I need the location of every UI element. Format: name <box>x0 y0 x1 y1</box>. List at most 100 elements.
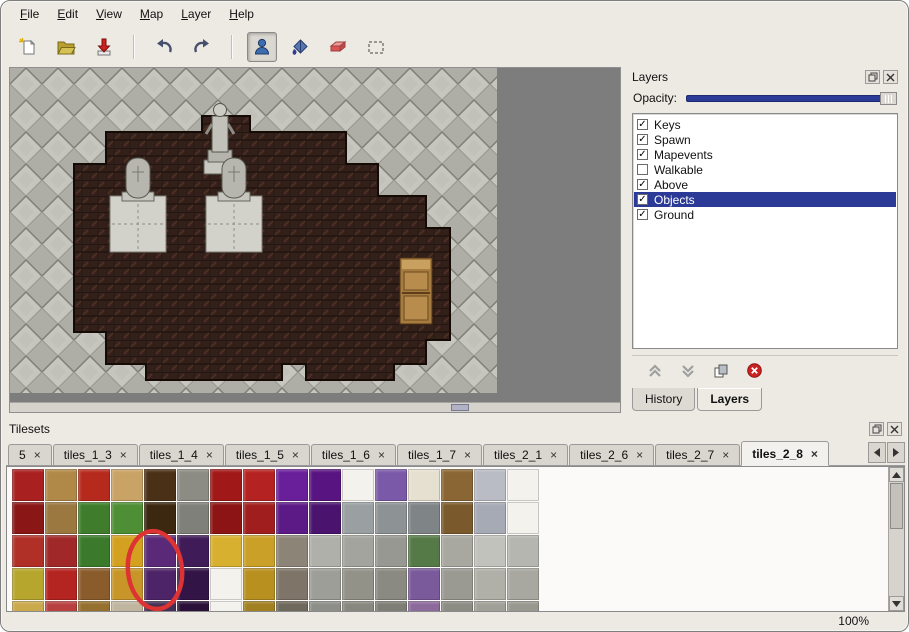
tile[interactable] <box>375 601 407 611</box>
select-tool-button[interactable] <box>361 32 391 62</box>
layer-visibility-checkbox[interactable] <box>637 149 648 160</box>
tile[interactable] <box>474 568 506 600</box>
tab-layers[interactable]: Layers <box>697 388 762 411</box>
tile[interactable] <box>342 601 374 611</box>
layer-row[interactable]: Keys <box>634 117 896 132</box>
tileset-tab[interactable]: tiles_2_1× <box>483 444 568 465</box>
tile[interactable] <box>276 469 308 501</box>
eraser-tool-button[interactable] <box>323 32 353 62</box>
tile[interactable] <box>309 601 341 611</box>
tile[interactable] <box>309 568 341 600</box>
tile[interactable] <box>45 568 77 600</box>
map-horizontal-scrollbar[interactable] <box>10 402 620 412</box>
save-button[interactable] <box>89 32 119 62</box>
tile[interactable] <box>45 469 77 501</box>
tile[interactable] <box>144 535 176 567</box>
tile[interactable] <box>276 535 308 567</box>
tile[interactable] <box>309 502 341 534</box>
tile[interactable] <box>144 502 176 534</box>
layer-row[interactable]: Mapevents <box>634 147 896 162</box>
tile[interactable] <box>45 601 77 611</box>
map-canvas[interactable] <box>10 68 620 402</box>
tile[interactable] <box>342 568 374 600</box>
opacity-slider[interactable] <box>686 91 897 105</box>
tile[interactable] <box>243 502 275 534</box>
tile[interactable] <box>375 469 407 501</box>
tile[interactable] <box>441 469 473 501</box>
float-panel-button[interactable] <box>865 70 880 84</box>
duplicate-layer-button[interactable] <box>712 362 730 380</box>
tileset-image[interactable] <box>12 469 541 611</box>
delete-layer-button[interactable] <box>745 362 763 380</box>
tile[interactable] <box>375 502 407 534</box>
tile[interactable] <box>45 535 77 567</box>
tile[interactable] <box>375 535 407 567</box>
tile[interactable] <box>474 601 506 611</box>
tile[interactable] <box>111 568 143 600</box>
tile[interactable] <box>177 568 209 600</box>
tile[interactable] <box>243 535 275 567</box>
layer-row[interactable]: Spawn <box>634 132 896 147</box>
tile[interactable] <box>12 502 44 534</box>
tile[interactable] <box>342 502 374 534</box>
tile[interactable] <box>342 535 374 567</box>
tile[interactable] <box>507 502 539 534</box>
tab-close-icon[interactable]: × <box>206 450 213 460</box>
map-image[interactable] <box>10 68 497 393</box>
tile[interactable] <box>12 568 44 600</box>
scroll-tabs-left-button[interactable] <box>868 442 886 463</box>
tile[interactable] <box>309 535 341 567</box>
tile[interactable] <box>408 502 440 534</box>
tile[interactable] <box>12 469 44 501</box>
tile[interactable] <box>441 568 473 600</box>
layer-visibility-checkbox[interactable] <box>637 119 648 130</box>
menu-layer[interactable]: Layer <box>172 3 220 25</box>
tile[interactable] <box>309 469 341 501</box>
tab-history[interactable]: History <box>632 388 695 411</box>
tile[interactable] <box>177 535 209 567</box>
tab-close-icon[interactable]: × <box>292 450 299 460</box>
tile[interactable] <box>342 469 374 501</box>
menu-help[interactable]: Help <box>220 3 263 25</box>
tile[interactable] <box>78 469 110 501</box>
tab-close-icon[interactable]: × <box>464 450 471 460</box>
tileset-tab[interactable]: tiles_1_7× <box>397 444 482 465</box>
tileset-tab[interactable]: tiles_1_5× <box>225 444 310 465</box>
tile[interactable] <box>408 469 440 501</box>
tile[interactable] <box>45 502 77 534</box>
new-button[interactable] <box>13 32 43 62</box>
tile[interactable] <box>12 601 44 611</box>
menu-edit[interactable]: Edit <box>48 3 87 25</box>
float-panel-button[interactable] <box>869 422 884 436</box>
tileset-tab[interactable]: tiles_1_3× <box>53 444 138 465</box>
menu-map[interactable]: Map <box>131 3 172 25</box>
tile[interactable] <box>474 535 506 567</box>
scroll-up-button[interactable] <box>889 467 904 482</box>
tileset-tab[interactable]: 5× <box>8 444 52 465</box>
tile[interactable] <box>441 601 473 611</box>
tile[interactable] <box>78 502 110 534</box>
tile[interactable] <box>144 469 176 501</box>
tile[interactable] <box>177 601 209 611</box>
tab-close-icon[interactable]: × <box>722 450 729 460</box>
layer-row[interactable]: Above <box>634 177 896 192</box>
layer-row[interactable]: Objects <box>634 192 896 207</box>
layer-visibility-checkbox[interactable] <box>637 164 648 175</box>
tile[interactable] <box>111 469 143 501</box>
close-panel-button[interactable] <box>887 422 902 436</box>
tile[interactable] <box>276 601 308 611</box>
tile[interactable] <box>210 601 242 611</box>
undo-button[interactable] <box>149 32 179 62</box>
slider-handle[interactable] <box>880 92 897 105</box>
fill-tool-button[interactable] <box>285 32 315 62</box>
tile[interactable] <box>210 469 242 501</box>
scrollbar-thumb[interactable] <box>451 404 469 411</box>
tile[interactable] <box>507 601 539 611</box>
stamp-tool-button[interactable] <box>247 32 277 62</box>
tile[interactable] <box>111 535 143 567</box>
tileset-tab[interactable]: tiles_1_6× <box>311 444 396 465</box>
tile[interactable] <box>111 601 143 611</box>
tileset-scrollbar[interactable] <box>888 467 904 611</box>
tile[interactable] <box>78 568 110 600</box>
tile[interactable] <box>441 502 473 534</box>
